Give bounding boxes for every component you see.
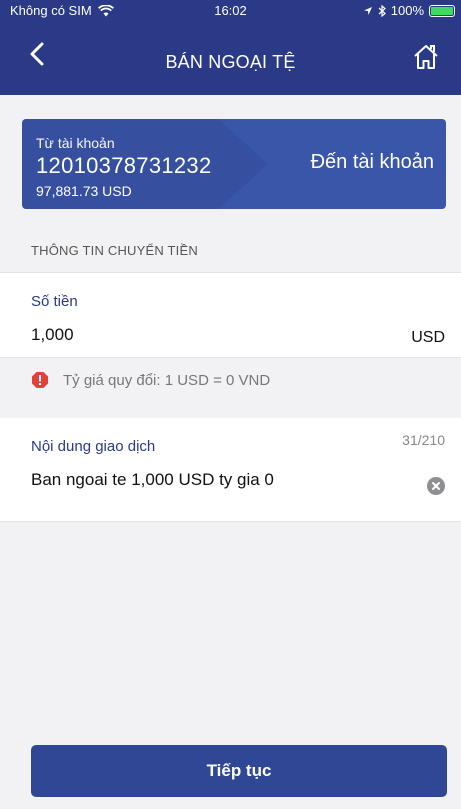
amount-input[interactable]: 1,000 <box>31 325 74 345</box>
battery-icon <box>429 4 455 17</box>
from-account-label: Từ tài khoản <box>36 135 115 151</box>
to-account-label: Đến tài khoản <box>310 151 434 173</box>
exchange-rate-text: Tỷ giá quy đổi: 1 USD = 0 VND <box>63 371 271 389</box>
location-icon <box>363 6 372 15</box>
home-button[interactable] <box>411 42 441 72</box>
description-input[interactable]: Ban ngoai te 1,000 USD ty gia 0 <box>31 470 274 490</box>
amount-field[interactable]: Số tiền 1,000 USD <box>0 272 461 358</box>
home-icon <box>414 45 438 69</box>
close-icon <box>432 482 440 490</box>
continue-button[interactable]: Tiếp tục <box>31 745 447 797</box>
nav-bar: BÁN NGOẠI TỆ <box>0 22 461 95</box>
clear-button[interactable] <box>427 477 445 495</box>
amount-label: Số tiền <box>31 293 78 310</box>
description-field[interactable]: Nội dung giao dịch 31/210 Ban ngoai te 1… <box>0 418 461 522</box>
page-title: BÁN NGOẠI TỆ <box>165 52 296 72</box>
from-account-balance: 97,881.73 USD <box>36 183 132 199</box>
section-title: THÔNG TIN CHUYỂN TIỀN <box>31 243 198 258</box>
status-right: 100% <box>363 3 455 18</box>
char-counter: 31/210 <box>402 432 445 448</box>
exchange-rate-row: Tỷ giá quy đổi: 1 USD = 0 VND <box>31 371 270 389</box>
amount-currency: USD <box>411 329 445 346</box>
status-bar: Không có SIM 16:02 100% <box>0 0 461 22</box>
account-cards: Từ tài khoản 12010378731232 97,881.73 US… <box>22 119 446 209</box>
warning-icon <box>32 372 48 388</box>
battery-percent: 100% <box>390 3 424 18</box>
description-label: Nội dung giao dịch <box>31 438 156 455</box>
from-account-number: 12010378731232 <box>36 153 212 178</box>
bluetooth-icon <box>378 4 386 17</box>
